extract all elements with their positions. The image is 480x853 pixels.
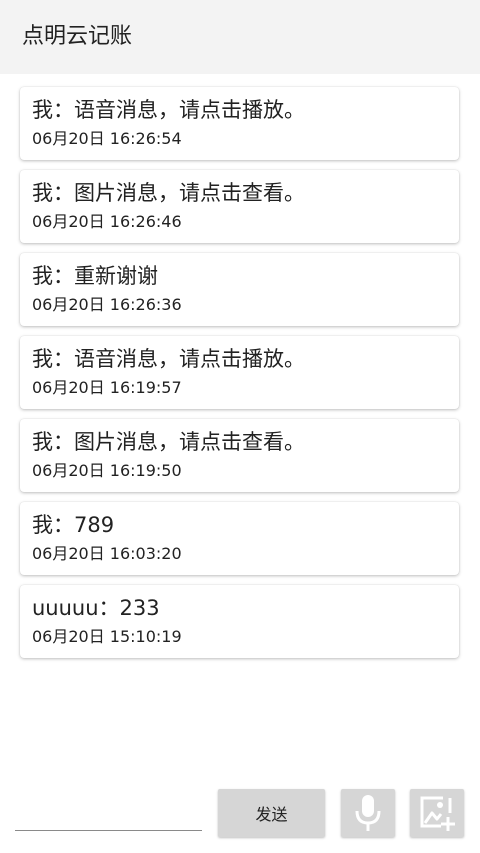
input-underline xyxy=(15,830,202,831)
voice-button[interactable] xyxy=(341,789,395,837)
page-title: 点明云记账 xyxy=(22,24,133,49)
list-item[interactable]: uuuuu：233 06月20日 15:10:19 xyxy=(20,585,459,658)
image-button[interactable] xyxy=(410,789,464,837)
message-text: 我：图片消息，请点击查看。 xyxy=(32,430,305,454)
message-text: 我：789 xyxy=(32,513,115,537)
message-text: uuuuu：233 xyxy=(32,596,160,620)
add-image-icon xyxy=(417,793,457,833)
message-time: 06月20日 16:19:50 xyxy=(32,461,182,480)
list-item[interactable]: 我：语音消息，请点击播放。 06月20日 16:26:54 xyxy=(20,87,459,160)
message-time: 06月20日 16:26:54 xyxy=(32,129,182,148)
list-item[interactable]: 我：图片消息，请点击查看。 06月20日 16:26:46 xyxy=(20,170,459,243)
message-text: 我：重新谢谢 xyxy=(32,264,158,288)
message-time: 06月20日 16:26:46 xyxy=(32,212,182,231)
microphone-icon xyxy=(351,793,385,833)
message-time: 06月20日 16:03:20 xyxy=(32,544,182,563)
message-text: 我：语音消息，请点击播放。 xyxy=(32,98,305,122)
app-bar: 点明云记账 xyxy=(0,0,480,74)
message-text: 我：语音消息，请点击播放。 xyxy=(32,347,305,371)
message-list[interactable]: 我：语音消息，请点击播放。 06月20日 16:26:54 我：图片消息，请点击… xyxy=(20,87,459,668)
message-time: 06月20日 16:19:57 xyxy=(32,378,182,397)
list-item[interactable]: 我：重新谢谢 06月20日 16:26:36 xyxy=(20,253,459,326)
send-button[interactable]: 发送 xyxy=(218,789,325,837)
message-time: 06月20日 15:10:19 xyxy=(32,627,182,646)
list-item[interactable]: 我：789 06月20日 16:03:20 xyxy=(20,502,459,575)
message-time: 06月20日 16:26:36 xyxy=(32,295,182,314)
list-item[interactable]: 我：图片消息，请点击查看。 06月20日 16:19:50 xyxy=(20,419,459,492)
list-item[interactable]: 我：语音消息，请点击播放。 06月20日 16:19:57 xyxy=(20,336,459,409)
message-text: 我：图片消息，请点击查看。 xyxy=(32,181,305,205)
message-input[interactable] xyxy=(15,796,206,830)
